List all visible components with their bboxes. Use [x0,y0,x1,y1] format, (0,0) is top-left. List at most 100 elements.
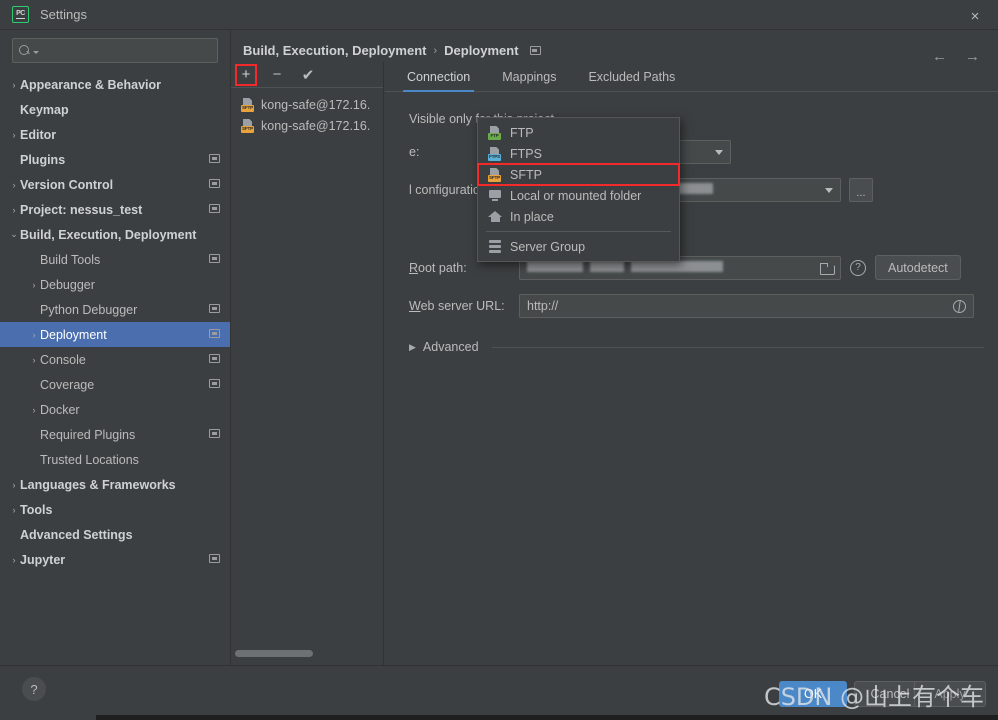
sidebar-item-project-nessus-test[interactable]: › Project: nessus_test [0,197,230,222]
apply-button[interactable]: Apply [914,681,986,707]
sidebar-item-label: Python Debugger [40,302,138,317]
home-icon [488,210,502,223]
sidebar-item-required-plugins[interactable]: Required Plugins [0,422,230,447]
search-input[interactable] [42,42,211,59]
tab-excluded-paths[interactable]: Excluded Paths [572,70,691,91]
server-list-panel: + − ✔ SFTP kong-safe@172.16. SFTP kong-safe… [231,62,384,665]
menu-item-label: SFTP [510,167,542,182]
sidebar-item-docker[interactable]: › Docker [0,397,230,422]
sidebar-item-plugins[interactable]: Plugins [0,147,230,172]
settings-tree: › Appearance & Behavior Keymap › Editor Plugi… [0,72,230,572]
web-server-url-input[interactable]: http:// [519,294,974,318]
chevron-right-icon[interactable]: › [8,180,20,190]
sidebar-item-label: Coverage [40,377,95,392]
chevron-right-icon[interactable]: › [8,555,20,565]
search-box[interactable] [12,38,218,63]
sidebar-item-coverage[interactable]: Coverage [0,372,230,397]
breadcrumb-current: Deployment [444,43,519,58]
sftp-server-icon: SFTP [488,167,502,182]
chevron-down-icon [715,149,723,155]
tab-bar: Connection Mappings Excluded Paths [385,62,998,92]
sidebar-item-trusted-locations[interactable]: Trusted Locations [0,447,230,472]
chevron-right-icon: ▶ [409,341,416,352]
chevron-right-icon[interactable]: › [28,355,40,365]
project-scope-badge-icon [209,429,220,438]
server-name: kong-safe@172.16. [261,97,371,112]
menu-item-in-place[interactable]: In place [478,206,679,227]
folder-icon[interactable] [820,262,835,275]
sidebar-item-deployment[interactable]: › Deployment [0,322,230,347]
sidebar-item-label: Languages & Frameworks [20,477,176,492]
settings-sidebar: › Appearance & Behavior Keymap › Editor Plugi… [0,30,231,665]
settings-dialog: PC Settings × › Appearance & Behavior Keym… [0,0,998,720]
chevron-right-icon[interactable]: › [8,80,20,90]
tab-mappings[interactable]: Mappings [486,70,572,91]
server-list-item[interactable]: SFTP kong-safe@172.16. [231,115,383,136]
server-list-item[interactable]: SFTP kong-safe@172.16. [231,94,383,115]
sidebar-item-label: Docker [40,402,80,417]
sidebar-item-console[interactable]: › Console [0,347,230,372]
menu-item-sftp[interactable]: SFTP SFTP [477,163,680,186]
globe-icon[interactable] [953,299,966,313]
breadcrumb-separator-icon: › [433,44,438,57]
ftp-server-icon: FTP [488,125,502,140]
chevron-right-icon[interactable]: › [8,130,20,140]
sidebar-item-label: Console [40,352,86,367]
breadcrumb-root[interactable]: Build, Execution, Deployment [243,43,426,58]
web-server-url-accel: W [409,299,421,313]
chevron-right-icon[interactable]: › [28,330,40,340]
chevron-right-icon[interactable]: › [8,205,20,215]
sidebar-item-label: Keymap [20,102,69,117]
menu-item-label: In place [510,209,554,224]
ssh-configuration-browse-button[interactable]: ... [849,178,873,202]
pycharm-logo-icon: PC [12,6,29,23]
project-scope-badge-icon [529,46,541,55]
menu-item-ftps[interactable]: FTPS FTPS [478,143,679,164]
sidebar-item-languages-frameworks[interactable]: › Languages & Frameworks [0,472,230,497]
chevron-right-icon[interactable]: › [8,505,20,515]
sidebar-item-debugger[interactable]: › Debugger [0,272,230,297]
sidebar-item-tools[interactable]: › Tools [0,497,230,522]
content-area: Build, Execution, Deployment › Deploymen… [231,30,998,665]
menu-item-label: Local or mounted folder [510,188,642,203]
pycharm-logo-text: PC [16,10,25,19]
help-button[interactable]: ? [22,677,46,701]
tab-connection[interactable]: Connection [391,70,486,92]
close-icon[interactable]: × [966,7,984,25]
menu-item-ftp[interactable]: FTP FTP [478,122,679,143]
search-dropdown-icon[interactable] [33,51,39,54]
add-server-button[interactable]: + [235,63,257,86]
sidebar-item-advanced-settings[interactable]: Advanced Settings [0,522,230,547]
sidebar-item-editor[interactable]: › Editor [0,122,230,147]
chevron-right-icon[interactable]: › [8,480,20,490]
remove-server-button[interactable]: − [268,66,286,84]
sidebar-item-python-debugger[interactable]: Python Debugger [0,297,230,322]
sidebar-item-build-execution-deployment[interactable]: ⌄ Build, Execution, Deployment [0,222,230,247]
menu-item-server-group[interactable]: Server Group [478,236,679,257]
ok-button[interactable]: OK [779,681,847,707]
sidebar-item-label: Advanced Settings [20,527,133,542]
project-scope-badge-icon [209,304,220,313]
advanced-section-toggle[interactable]: ▶ Advanced [409,340,998,354]
sidebar-item-jupyter[interactable]: › Jupyter [0,547,230,572]
sidebar-item-keymap[interactable]: Keymap [0,97,230,122]
horizontal-scrollbar[interactable] [235,650,313,657]
web-server-url-label-text: eb server URL: [420,299,505,313]
chevron-right-icon[interactable]: › [28,280,40,290]
root-path-value [527,260,730,275]
autodetect-button[interactable]: Autodetect [875,255,961,280]
sidebar-item-build-tools[interactable]: Build Tools [0,247,230,272]
web-server-url-value: http:// [527,299,559,313]
advanced-divider [491,346,984,348]
title-bar: PC Settings × [0,0,998,30]
sidebar-item-label: Tools [20,502,53,517]
sidebar-item-appearance-behavior[interactable]: › Appearance & Behavior [0,72,230,97]
menu-item-local-or-mounted-folder[interactable]: Local or mounted folder [478,185,679,206]
chevron-right-icon[interactable]: › [28,405,40,415]
root-path-help-icon[interactable]: ? [850,259,866,276]
sidebar-item-version-control[interactable]: › Version Control [0,172,230,197]
chevron-down-icon[interactable]: ⌄ [8,229,20,240]
set-default-server-button[interactable]: ✔ [299,66,317,84]
sidebar-item-label: Deployment [40,327,107,342]
sidebar-item-label: Build, Execution, Deployment [20,227,197,242]
